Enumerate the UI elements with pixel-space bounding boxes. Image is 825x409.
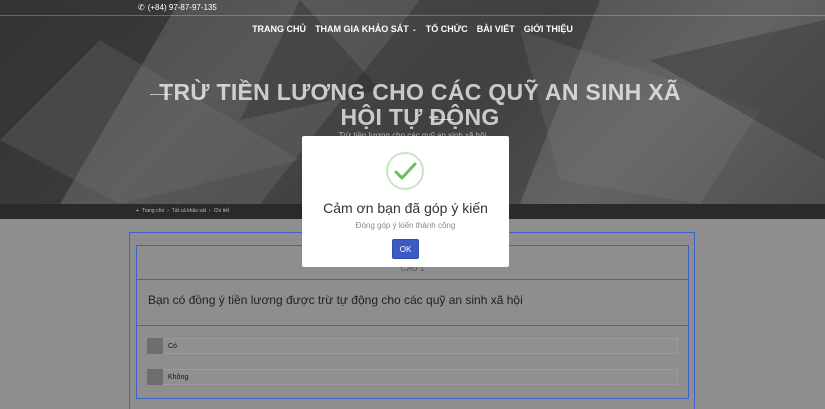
breadcrumb-item-home[interactable]: Trang chủ — [142, 208, 164, 214]
page-title: TRỪ TIỀN LƯƠNG CHO CÁC QUỸ AN SINH XÃ HỘ… — [159, 79, 681, 130]
radio-box[interactable] — [147, 369, 163, 385]
divider — [137, 325, 688, 326]
breadcrumb-item-surveys[interactable]: Tất cả khảo sát — [172, 208, 206, 214]
ok-button[interactable]: OK — [392, 239, 419, 259]
phone-number: (+84) 97-87-97-135 — [147, 3, 217, 12]
success-modal: Cảm ơn bạn đã góp ý kiến Đóng góp ý kiến… — [302, 136, 509, 267]
question-text: Bạn có đồng ý tiền lương được trừ tự độn… — [148, 293, 523, 307]
check-icon — [386, 152, 424, 190]
nav-item-organization[interactable]: TỔ CHỨC — [426, 24, 468, 34]
chevron-down-icon: ⌄ — [411, 26, 417, 33]
radio-box[interactable] — [147, 338, 163, 354]
option-label: Không — [168, 373, 189, 381]
nav-item-articles[interactable]: BÀI VIẾT — [477, 24, 515, 34]
breadcrumb-separator: › — [209, 208, 211, 214]
phone-icon: ✆ — [138, 3, 145, 12]
option-no[interactable]: Không — [147, 369, 678, 385]
modal-title: Cảm ơn bạn đã góp ý kiến — [323, 200, 488, 216]
breadcrumb: ⌖ Trang chủ › Tất cả khảo sát › Chi tiết — [136, 208, 229, 214]
modal-message: Đóng góp ý kiến thành công — [355, 221, 456, 230]
breadcrumb-separator: › — [167, 208, 169, 214]
question-card: CÂU 1 Bạn có đồng ý tiền lương được trừ … — [136, 245, 689, 399]
title-decor-line-right — [432, 119, 454, 120]
breadcrumb-item-current: Chi tiết — [213, 208, 230, 214]
option-label: Có — [168, 342, 177, 350]
nav-item-home[interactable]: TRANG CHỦ — [252, 24, 306, 34]
location-icon: ⌖ — [136, 208, 139, 214]
option-yes[interactable]: Có — [147, 338, 678, 354]
nav-item-about[interactable]: GIỚI THIỆU — [524, 24, 573, 34]
top-bar: ✆ (+84) 97-87-97-135 — [0, 0, 825, 16]
phone-contact[interactable]: ✆ (+84) 97-87-97-135 — [138, 3, 217, 12]
main-nav: TRANG CHỦ THAM GIA KHẢO SÁT ⌄ TỔ CHỨC BÀ… — [0, 24, 825, 34]
nav-item-survey[interactable]: THAM GIA KHẢO SÁT ⌄ — [315, 24, 417, 34]
